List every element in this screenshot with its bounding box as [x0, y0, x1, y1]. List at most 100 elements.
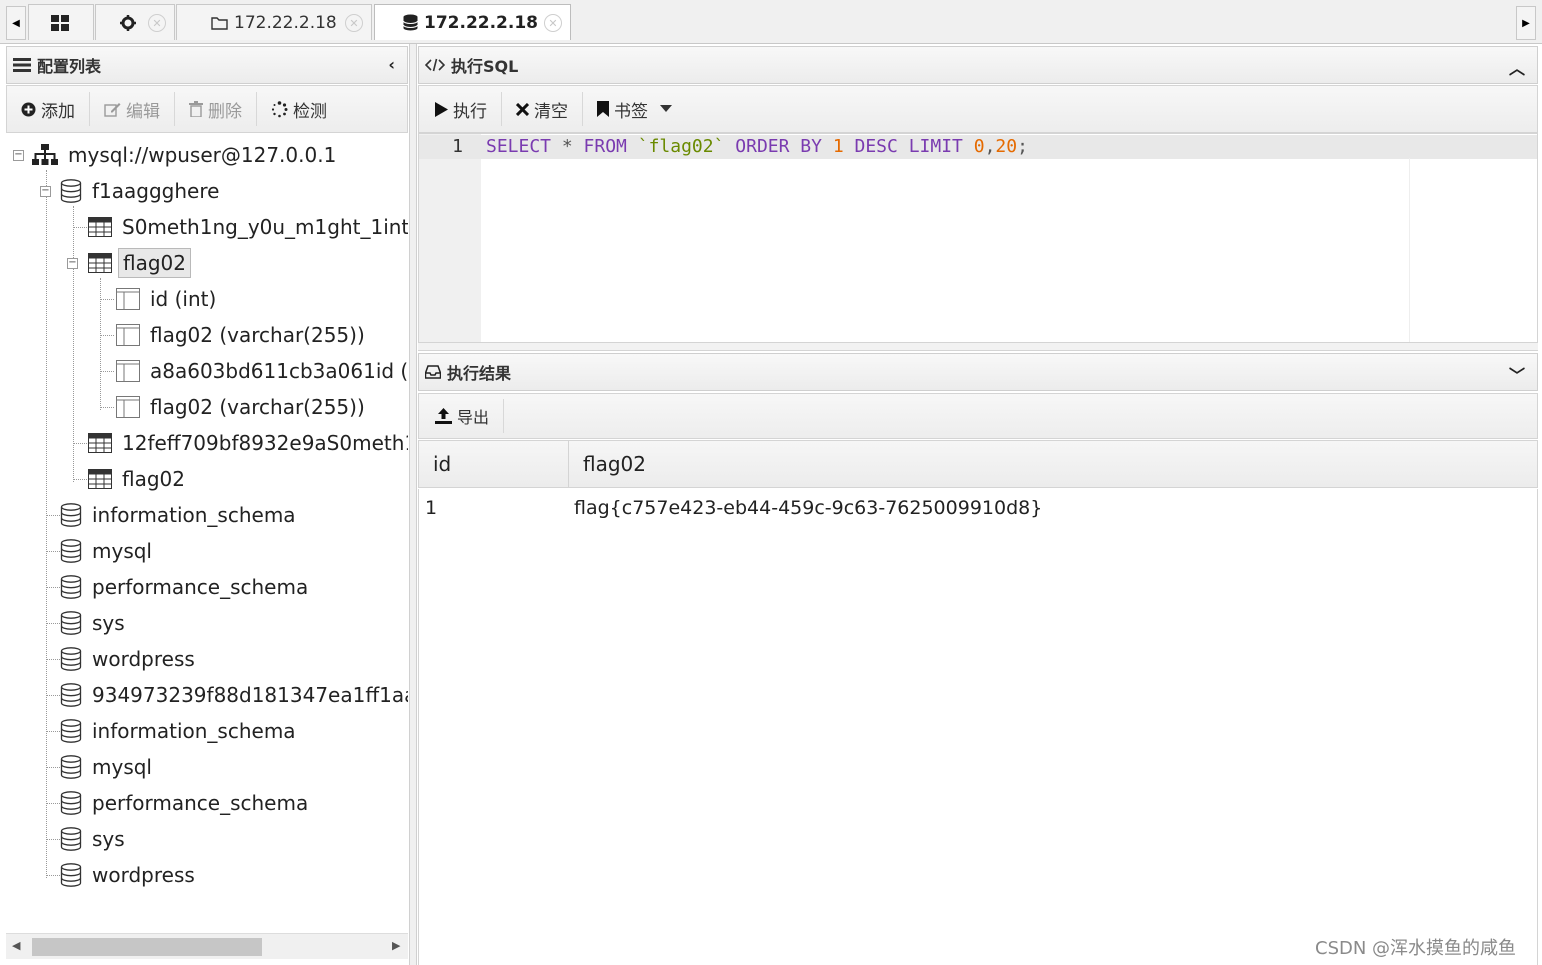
tab-scroll-right-button[interactable]: ▶: [1516, 6, 1536, 40]
sql-keyword-select: SELECT: [486, 136, 552, 157]
tree-database[interactable]: sys: [60, 606, 129, 640]
edit-icon: [104, 102, 121, 117]
tree-database-label: mysql: [92, 539, 152, 563]
panel-divider[interactable]: [409, 44, 417, 965]
edit-button-label: 编辑: [126, 101, 160, 122]
clear-button[interactable]: 清空: [502, 92, 583, 126]
export-button-label: 导出: [457, 408, 490, 427]
grid-icon: [51, 14, 69, 31]
collapse-left-icon[interactable]: ‹: [388, 55, 395, 74]
database-icon: [60, 179, 82, 203]
execute-sql-title: 执行SQL: [451, 57, 519, 76]
tree-database-label: 934973239f88d181347ea1ff1aaggghere: [92, 683, 408, 707]
tree-database[interactable]: 934973239f88d181347ea1ff1aaggghere: [60, 678, 408, 712]
tree-database[interactable]: information_schema: [60, 714, 300, 748]
tab-settings[interactable]: ✕: [95, 4, 175, 40]
result-grid-body: 1 flag{c757e423-eb44-459c-9c63-762500991…: [418, 489, 1538, 965]
flag02-table-collapse-toggle[interactable]: −: [67, 258, 78, 269]
tree-database[interactable]: information_schema: [60, 498, 300, 532]
tree-table-label: 12feff709bf8932e9aS0meth1ng_y0u: [122, 431, 408, 455]
tree-table[interactable]: flag02: [88, 462, 189, 496]
database-icon: [60, 791, 82, 815]
scroll-right-arrow-icon[interactable]: ▶: [392, 939, 400, 952]
tree-table-label: flag02: [118, 248, 191, 278]
run-button[interactable]: 执行: [419, 92, 502, 126]
column-header-id[interactable]: id: [419, 441, 569, 487]
sql-code-line[interactable]: SELECT * FROM `flag02` ORDER BY 1 DESC L…: [486, 136, 1028, 157]
tab-connection-2-close-icon[interactable]: ✕: [544, 14, 562, 32]
tree-column[interactable]: id (int): [116, 282, 220, 316]
tree-column-label: id (int): [150, 287, 217, 311]
tree-database[interactable]: mysql: [60, 534, 156, 568]
tab-scroll-left-button[interactable]: ◀: [6, 6, 26, 40]
tree-table[interactable]: 12feff709bf8932e9aS0meth1ng_y0u: [88, 426, 408, 460]
table-row[interactable]: 1 flag{c757e423-eb44-459c-9c63-762500991…: [419, 489, 1537, 527]
database-icon: [403, 14, 418, 31]
db1-collapse-toggle[interactable]: −: [40, 186, 51, 197]
editor-result-splitter[interactable]: [418, 343, 1538, 351]
tab-home[interactable]: [28, 4, 94, 40]
tree-database-label: performance_schema: [92, 575, 309, 599]
tab-connection-2-label: 172.22.2.18: [424, 12, 539, 33]
plus-circle-icon: [21, 102, 36, 116]
export-button[interactable]: 导出: [419, 399, 505, 433]
tab-settings-close-icon[interactable]: ✕: [148, 14, 166, 32]
tree-connection[interactable]: mysql://wpuser@127.0.0.1: [32, 138, 340, 172]
cell-flag02[interactable]: flag{c757e423-eb44-459c-9c63-7625009910d…: [574, 497, 1042, 519]
tree-column[interactable]: flag02 (varchar(255)): [116, 390, 369, 424]
tree-column[interactable]: flag02 (varchar(255)): [116, 318, 369, 352]
database-icon: [60, 611, 82, 635]
column-icon: [116, 288, 140, 310]
tree-database[interactable]: performance_schema: [60, 786, 312, 820]
tree-database[interactable]: wordpress: [60, 858, 199, 892]
code-icon: [425, 58, 445, 72]
tab-connection-1-close-icon[interactable]: ✕: [345, 14, 363, 32]
delete-button[interactable]: 删除: [175, 92, 257, 126]
column-icon: [116, 360, 140, 382]
sql-star: *: [551, 136, 584, 157]
clear-button-label: 清空: [534, 101, 568, 122]
tab-bar: ◀ ✕ 172.22.2.18 ✕ 172.22.2.18 ✕ ▶: [0, 0, 1542, 44]
tree-database-label: information_schema: [92, 503, 296, 527]
scrollbar-thumb[interactable]: [32, 938, 262, 956]
database-icon: [60, 863, 82, 887]
tree-database-label: performance_schema: [92, 791, 309, 815]
tree-horizontal-scrollbar[interactable]: ◀ ▶: [6, 933, 408, 959]
chevron-up-icon[interactable]: ︿: [1509, 55, 1525, 79]
connection-collapse-toggle[interactable]: −: [13, 150, 24, 161]
play-icon: [435, 101, 448, 117]
database-tree: − − − mysql://wpuser@127.0.0.1 f1aaggghe…: [6, 134, 408, 932]
sql-editor[interactable]: 1 SELECT * FROM `flag02` ORDER BY 1 DESC…: [418, 133, 1538, 343]
chevron-down-icon[interactable]: ﹀: [1509, 362, 1525, 386]
add-button[interactable]: 添加: [7, 92, 90, 126]
database-icon: [60, 827, 82, 851]
tab-connection-2[interactable]: 172.22.2.18 ✕: [374, 4, 571, 40]
watermark: CSDN @浑水摸鱼的咸鱼: [1315, 938, 1517, 959]
scroll-left-arrow-icon[interactable]: ◀: [12, 939, 20, 952]
tree-database[interactable]: mysql: [60, 750, 156, 784]
sql-keyword-desc: DESC: [854, 136, 898, 157]
table-icon: [88, 433, 112, 453]
folder-icon: [211, 16, 228, 30]
bookmark-button[interactable]: 书签: [583, 92, 691, 126]
tree-connection-label: mysql://wpuser@127.0.0.1: [68, 143, 337, 167]
tree-database[interactable]: f1aaggghere: [60, 174, 223, 208]
column-header-flag02[interactable]: flag02: [569, 441, 1537, 487]
tree-database[interactable]: wordpress: [60, 642, 199, 676]
add-button-label: 添加: [41, 101, 75, 122]
tree-table[interactable]: S0meth1ng_y0u_m1ght_1intereSt: [88, 210, 408, 244]
sitemap-icon: [32, 144, 58, 165]
cell-id[interactable]: 1: [425, 497, 437, 519]
tab-connection-1[interactable]: 172.22.2.18 ✕: [176, 4, 372, 40]
tree-column[interactable]: a8a603bd611cb3a061id (int): [116, 354, 408, 388]
execute-sql-header: 执行SQL ︿: [418, 46, 1538, 84]
edit-button[interactable]: 编辑: [90, 92, 175, 126]
tree-database[interactable]: sys: [60, 822, 129, 856]
tree-database[interactable]: performance_schema: [60, 570, 312, 604]
config-list-header: 配置列表 ‹: [6, 46, 408, 84]
line-number: 1: [452, 136, 463, 157]
tree-table-selected[interactable]: flag02: [88, 246, 191, 280]
tree-table-label: flag02: [122, 467, 185, 491]
detect-button[interactable]: 检测: [257, 92, 341, 126]
table-icon: [88, 217, 112, 237]
